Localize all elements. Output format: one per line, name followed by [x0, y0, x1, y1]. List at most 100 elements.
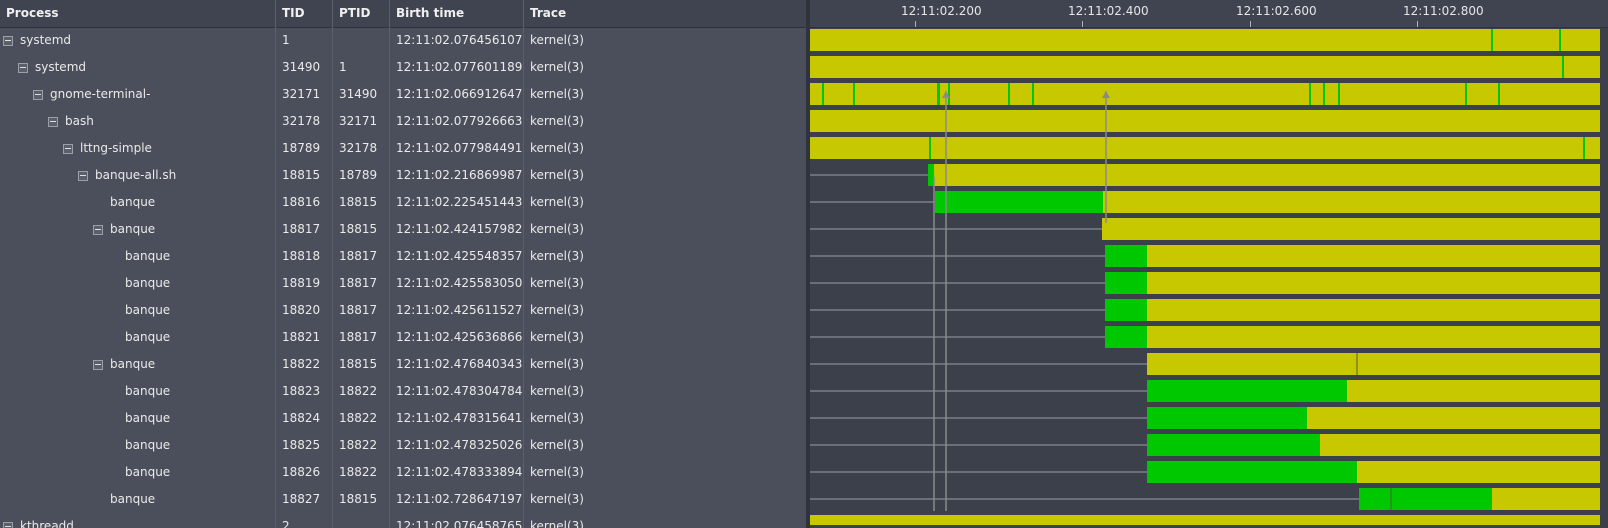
ptid-cell: 18822	[333, 405, 390, 432]
running-state-bar[interactable]	[1147, 434, 1320, 456]
collapse-toggle-icon[interactable]	[3, 522, 13, 528]
running-state-bar[interactable]	[929, 137, 931, 159]
waiting-state-bar[interactable]	[934, 164, 1600, 186]
running-state-bar[interactable]	[937, 83, 940, 105]
header-tid[interactable]: TID	[276, 0, 333, 27]
running-state-bar[interactable]	[1105, 272, 1147, 294]
running-state-bar[interactable]	[1359, 488, 1492, 510]
table-row[interactable]: lttng-simple 18789 32178 12:11:02.077984491…	[0, 135, 806, 162]
ptid-cell: 18822	[333, 459, 390, 486]
waiting-state-bar[interactable]	[1357, 461, 1600, 483]
collapse-toggle-icon[interactable]	[93, 360, 103, 370]
running-state-bar[interactable]	[935, 191, 1103, 213]
table-row[interactable]: banque 18822 18815 12:11:02.476840343 kernel…	[0, 351, 806, 378]
header-birth-time[interactable]: Birth time	[390, 0, 524, 27]
process-name: kthreadd	[20, 519, 74, 528]
running-state-bar[interactable]	[1147, 407, 1307, 429]
collapse-toggle-icon[interactable]	[63, 144, 73, 154]
process-cell: gnome-terminal-	[0, 81, 276, 108]
collapse-toggle-icon[interactable]	[48, 117, 58, 127]
table-row[interactable]: banque 18816 18815 12:11:02.225451443 kernel…	[0, 189, 806, 216]
table-row[interactable]: banque 18826 18822 12:11:02.478333894 kernel…	[0, 459, 806, 486]
waiting-state-bar[interactable]	[1103, 191, 1600, 213]
table-row[interactable]: banque 18824 18822 12:11:02.478315641 kernel…	[0, 405, 806, 432]
table-row[interactable]: banque 18821 18817 12:11:02.425636866 kernel…	[0, 324, 806, 351]
table-row[interactable]: banque 18827 18815 12:11:02.728647197 kernel…	[0, 486, 806, 513]
running-state-bar[interactable]	[928, 164, 934, 186]
process-cell: banque	[0, 351, 276, 378]
table-row[interactable]: banque-all.sh 18815 18789 12:11:02.21686998…	[0, 162, 806, 189]
running-state-bar[interactable]	[1338, 83, 1340, 105]
waiting-state-bar[interactable]	[1147, 245, 1600, 267]
time-ruler[interactable]: 12:11:02.200 12:11:02.400 12:11:02.600 12:1…	[810, 0, 1608, 28]
running-state-bar[interactable]	[1559, 29, 1561, 51]
table-row[interactable]: banque 18825 18822 12:11:02.478325026 kernel…	[0, 432, 806, 459]
tick-label: 12:11:02.800	[1403, 4, 1484, 18]
running-state-bar[interactable]	[1147, 380, 1347, 402]
header-ptid[interactable]: PTID	[333, 0, 390, 27]
running-state-bar[interactable]	[1562, 56, 1564, 78]
waiting-state-bar[interactable]	[1307, 407, 1600, 429]
collapse-toggle-icon[interactable]	[93, 225, 103, 235]
running-state-bar[interactable]	[1323, 83, 1325, 105]
header-trace[interactable]: Trace	[524, 0, 806, 27]
trace-cell: kernel(3)	[530, 465, 584, 479]
timeline-pane[interactable]: 12:11:02.200 12:11:02.400 12:11:02.600 12:1…	[810, 0, 1608, 528]
running-state-bar[interactable]	[853, 83, 855, 105]
waiting-state-bar[interactable]	[1102, 218, 1600, 240]
tick-label: 12:11:02.200	[901, 4, 982, 18]
waiting-state-bar[interactable]	[810, 110, 1600, 132]
running-state-bar[interactable]	[1491, 29, 1493, 51]
process-cell: banque	[0, 216, 276, 243]
table-row[interactable]: banque 18819 18817 12:11:02.425583050 kernel…	[0, 270, 806, 297]
waiting-state-bar[interactable]	[1147, 353, 1600, 375]
running-state-bar[interactable]	[1465, 83, 1467, 105]
running-state-bar[interactable]	[822, 83, 824, 105]
table-row[interactable]: kthreadd 2 12:11:02.076458765 kernel(3)	[0, 513, 806, 528]
waiting-state-bar[interactable]	[1320, 434, 1600, 456]
table-row[interactable]: banque 18817 18815 12:11:02.424157982 kernel…	[0, 216, 806, 243]
running-state-bar[interactable]	[1105, 326, 1147, 348]
running-state-bar[interactable]	[1583, 137, 1585, 159]
collapse-toggle-icon[interactable]	[33, 90, 43, 100]
waiting-state-bar[interactable]	[810, 137, 1600, 159]
table-row[interactable]: systemd 31490 1 12:11:02.077601189 kernel(3)	[0, 54, 806, 81]
waiting-state-bar[interactable]	[1347, 380, 1600, 402]
birth-cell: 12:11:02.478325026	[390, 432, 524, 459]
header-process[interactable]: Process	[0, 0, 276, 27]
waiting-state-bar[interactable]	[810, 56, 1600, 78]
birth-cell: 12:11:02.425583050	[390, 270, 524, 297]
tick-label: 12:11:02.600	[1236, 4, 1317, 18]
process-name: gnome-terminal-	[50, 87, 151, 101]
waiting-state-bar[interactable]	[810, 29, 1600, 51]
waiting-state-bar[interactable]	[810, 83, 1600, 105]
collapse-toggle-icon[interactable]	[18, 63, 28, 73]
table-row[interactable]: systemd 1 12:11:02.076456107 kernel(3)	[0, 27, 806, 54]
tid-cell: 18825	[276, 432, 333, 459]
table-row[interactable]: banque 18818 18817 12:11:02.425548357 kernel…	[0, 243, 806, 270]
birth-cell: 12:11:02.425636866	[390, 324, 524, 351]
timeline-graph[interactable]	[810, 27, 1608, 528]
running-state-bar[interactable]	[1032, 83, 1034, 105]
trace-cell: kernel(3)	[530, 303, 584, 317]
running-state-bar[interactable]	[1105, 299, 1147, 321]
running-state-bar[interactable]	[1105, 245, 1147, 267]
running-state-bar[interactable]	[1008, 83, 1010, 105]
collapse-toggle-icon[interactable]	[3, 36, 13, 46]
table-row[interactable]: banque 18820 18817 12:11:02.425611527 kernel…	[0, 297, 806, 324]
tid-cell: 32178	[276, 108, 333, 135]
table-row[interactable]: banque 18823 18822 12:11:02.478304784 kernel…	[0, 378, 806, 405]
collapse-toggle-icon[interactable]	[78, 171, 88, 181]
table-row[interactable]: gnome-terminal- 32171 31490 12:11:02.066912…	[0, 81, 806, 108]
table-row[interactable]: bash 32178 32171 12:11:02.077926663 kernel(3…	[0, 108, 806, 135]
running-state-bar[interactable]	[1309, 83, 1311, 105]
running-state-bar[interactable]	[1147, 461, 1357, 483]
waiting-state-bar[interactable]	[1147, 299, 1600, 321]
waiting-state-bar[interactable]	[1492, 488, 1600, 510]
running-state-bar[interactable]	[1498, 83, 1500, 105]
waiting-state-bar[interactable]	[1147, 272, 1600, 294]
waiting-state-bar[interactable]	[1147, 326, 1600, 348]
tid-cell: 18816	[276, 189, 333, 216]
running-state-bar[interactable]	[948, 83, 950, 105]
waiting-state-bar[interactable]	[810, 515, 1600, 525]
